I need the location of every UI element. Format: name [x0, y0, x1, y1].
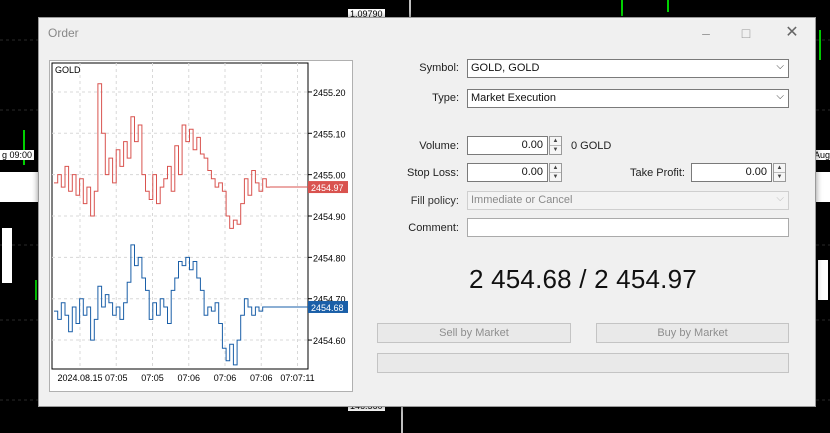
symbol-value: GOLD, GOLD — [471, 62, 540, 74]
dialog-titlebar[interactable]: Order – □ ✕ — [39, 18, 815, 48]
stop-loss-up-icon[interactable]: ▲ — [550, 164, 561, 173]
take-profit-input[interactable]: 0.00 — [691, 163, 772, 182]
stop-loss-down-icon[interactable]: ▼ — [550, 173, 561, 181]
volume-label: Volume: — [419, 140, 459, 152]
take-profit-down-icon[interactable]: ▼ — [774, 173, 785, 181]
volume-stepper[interactable]: ▲ ▼ — [549, 136, 562, 155]
take-profit-label: Take Profit: — [629, 167, 685, 179]
last-price-label: 2454.97 — [311, 183, 344, 193]
fill-policy-select[interactable]: Immediate or Cancel ⌵ — [467, 191, 789, 210]
fill-policy-value: Immediate or Cancel — [471, 194, 573, 206]
x-tick-label: 07:05 — [141, 373, 164, 383]
type-label: Type: — [432, 92, 459, 104]
y-tick-label: 2455.00 — [313, 171, 346, 181]
type-value: Market Execution — [471, 92, 556, 104]
type-select[interactable]: Market Execution ⌵ — [467, 89, 789, 108]
symbol-select[interactable]: GOLD, GOLD ⌵ — [467, 59, 789, 78]
volume-unit: 0 GOLD — [571, 140, 612, 152]
sell-by-market-button[interactable]: Sell by Market — [377, 323, 571, 343]
chevron-down-icon: ⌵ — [776, 61, 784, 72]
order-status-bar — [377, 353, 789, 373]
close-icon[interactable]: ✕ — [772, 22, 812, 44]
bg-time-left: g 09:00 — [0, 150, 35, 160]
chevron-down-icon: ⌵ — [776, 193, 784, 204]
comment-input[interactable] — [467, 218, 789, 237]
x-tick-label: 07:07:11 — [280, 373, 314, 383]
y-tick-label: 2455.10 — [313, 129, 346, 139]
volume-up-icon[interactable]: ▲ — [550, 137, 561, 146]
take-profit-stepper[interactable]: ▲ ▼ — [773, 163, 786, 182]
y-tick-label: 2454.90 — [313, 212, 346, 222]
dialog-title: Order — [48, 26, 79, 40]
tick-chart-svg: 2455.20 2455.10 2455.00 2454.90 2454.80 2454.… — [51, 62, 348, 383]
fill-policy-label: Fill policy: — [410, 195, 459, 207]
y-tick-label: 2454.60 — [313, 336, 346, 346]
series-line-ask — [54, 83, 270, 229]
tick-chart: 2455.20 2455.10 2455.00 2454.90 2454.80 2454.… — [49, 60, 353, 392]
x-tick-label: 07:05 — [105, 373, 128, 383]
stop-loss-stepper[interactable]: ▲ ▼ — [549, 163, 562, 182]
comment-label: Comment: — [408, 222, 459, 234]
stop-loss-input[interactable]: 0.00 — [467, 163, 548, 182]
x-tick-label: 07:06 — [214, 373, 237, 383]
y-tick-label: 2455.20 — [313, 88, 346, 98]
y-tick-label: 2454.80 — [313, 253, 346, 263]
chart-symbol-label: GOLD — [55, 65, 81, 75]
minimize-icon[interactable]: – — [686, 22, 726, 44]
chevron-down-icon: ⌵ — [776, 91, 784, 102]
bid-ask-quote: 2 454.68 / 2 454.97 — [469, 264, 697, 294]
volume-down-icon[interactable]: ▼ — [550, 146, 561, 154]
buy-by-market-button[interactable]: Buy by Market — [596, 323, 789, 343]
series-line-bid — [54, 244, 270, 366]
x-tick-label: 07:06 — [250, 373, 273, 383]
volume-input[interactable]: 0.00 — [467, 136, 548, 155]
last-price-label: 2454.68 — [311, 303, 344, 313]
x-tick-label: 07:06 — [177, 373, 200, 383]
x-tick-label: 2024.08.15 — [57, 373, 102, 383]
take-profit-up-icon[interactable]: ▲ — [774, 164, 785, 173]
maximize-icon[interactable]: □ — [726, 22, 766, 44]
symbol-label: Symbol: — [419, 62, 459, 74]
order-dialog: Order – □ ✕ 2455.20 2455.10 2455.00 2454.90… — [38, 17, 816, 407]
stop-loss-label: Stop Loss: — [407, 167, 459, 179]
